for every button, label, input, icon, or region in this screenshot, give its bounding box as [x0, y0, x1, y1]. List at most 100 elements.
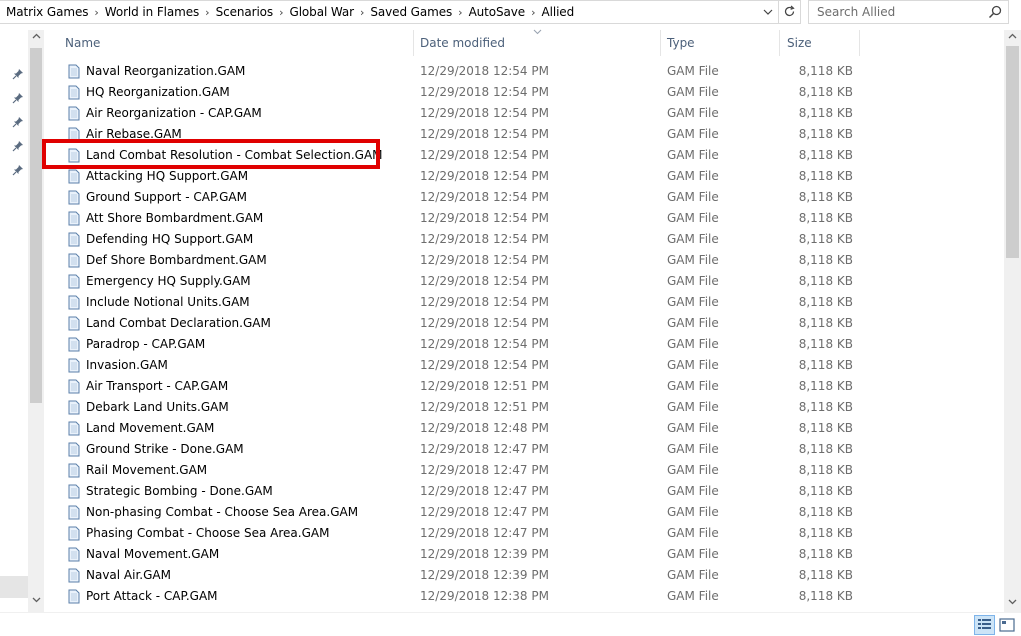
file-name[interactable]: Land Combat Declaration.GAM	[86, 313, 271, 334]
file-name[interactable]: Att Shore Bombardment.GAM	[86, 208, 263, 229]
chevron-right-icon[interactable]: ›	[358, 6, 366, 19]
file-row[interactable]: Naval Reorganization.GAM 12/29/2018 12:54…	[48, 61, 1004, 82]
file-type: GAM File	[667, 337, 719, 351]
file-row[interactable]: Att Shore Bombardment.GAM 12/29/2018 12:5…	[48, 208, 1004, 229]
file-name[interactable]: Port Attack - CAP.GAM	[86, 586, 218, 607]
file-name[interactable]: Defending HQ Support.GAM	[86, 229, 253, 250]
file-row[interactable]: Air Reorganization - CAP.GAM 12/29/2018 1…	[48, 103, 1004, 124]
file-row[interactable]: Land Movement.GAM 12/29/2018 12:48 PM GAM …	[48, 418, 1004, 439]
search-icon[interactable]	[988, 5, 1002, 19]
nav-selected-item[interactable]	[0, 576, 28, 598]
column-divider[interactable]	[859, 30, 860, 56]
status-bar	[0, 612, 1021, 636]
file-date: 12/29/2018 12:54 PM	[420, 274, 549, 288]
file-name[interactable]: Non-phasing Combat - Choose Sea Area.GAM	[86, 502, 358, 523]
file-name[interactable]: Air Transport - CAP.GAM	[86, 376, 228, 397]
file-size: 8,118 KB	[798, 211, 853, 225]
column-header-type[interactable]: Type	[659, 30, 779, 56]
file-list-scrollbar[interactable]	[1004, 30, 1021, 612]
file-row[interactable]: Paradrop - CAP.GAM 12/29/2018 12:54 PM GAM…	[48, 334, 1004, 355]
navigation-pane[interactable]	[0, 30, 44, 612]
file-row[interactable]: Strategic Bombing - Done.GAM 12/29/2018 1…	[48, 481, 1004, 502]
address-bar[interactable]: Matrix Games › World in Flames › Scenarios…	[0, 0, 801, 24]
file-name[interactable]: Naval Air.GAM	[86, 565, 171, 586]
file-size: 8,118 KB	[798, 379, 853, 393]
file-name[interactable]: Emergency HQ Supply.GAM	[86, 271, 251, 292]
file-name[interactable]: Strategic Bombing - Done.GAM	[86, 481, 273, 502]
file-name[interactable]: Land Movement.GAM	[86, 418, 214, 439]
file-date: 12/29/2018 12:54 PM	[420, 190, 549, 204]
file-type: GAM File	[667, 589, 719, 603]
file-row[interactable]: Defending HQ Support.GAM 12/29/2018 12:54…	[48, 229, 1004, 250]
breadcrumb-item[interactable]: Saved Games	[366, 5, 456, 19]
breadcrumb-item[interactable]: AutoSave	[465, 5, 530, 19]
breadcrumb-item[interactable]: Matrix Games	[2, 5, 92, 19]
file-name[interactable]: Debark Land Units.GAM	[86, 397, 229, 418]
file-row[interactable]: Ground Support - CAP.GAM 12/29/2018 12:54…	[48, 187, 1004, 208]
file-row[interactable]: Air Transport - CAP.GAM 12/29/2018 12:51 …	[48, 376, 1004, 397]
nav-scrollbar[interactable]	[28, 30, 44, 612]
file-row[interactable]: Naval Air.GAM 12/29/2018 12:39 PM GAM File…	[48, 565, 1004, 586]
file-type: GAM File	[667, 421, 719, 435]
refresh-icon[interactable]	[778, 0, 800, 23]
file-name[interactable]: HQ Reorganization.GAM	[86, 82, 230, 103]
file-date: 12/29/2018 12:47 PM	[420, 505, 549, 519]
file-name[interactable]: Def Shore Bombardment.GAM	[86, 250, 267, 271]
file-row[interactable]: Non-phasing Combat - Choose Sea Area.GAM…	[48, 502, 1004, 523]
file-name[interactable]: Attacking HQ Support.GAM	[86, 166, 248, 187]
file-row[interactable]: HQ Reorganization.GAM 12/29/2018 12:54 PM…	[48, 82, 1004, 103]
file-name[interactable]: Naval Movement.GAM	[86, 544, 219, 565]
file-row[interactable]: Naval Movement.GAM 12/29/2018 12:39 PM GAM…	[48, 544, 1004, 565]
file-size: 8,118 KB	[798, 64, 853, 78]
file-row[interactable]: Port Attack - CAP.GAM 12/29/2018 12:38 PM…	[48, 586, 1004, 607]
chevron-down-icon[interactable]	[1004, 598, 1021, 612]
chevron-right-icon[interactable]: ›	[203, 6, 211, 19]
file-name[interactable]: Rail Movement.GAM	[86, 460, 207, 481]
file-type: GAM File	[667, 190, 719, 204]
scrollbar-thumb[interactable]	[30, 48, 42, 403]
chevron-right-icon[interactable]: ›	[456, 6, 464, 19]
file-type: GAM File	[667, 211, 719, 225]
file-row[interactable]: Phasing Combat - Choose Sea Area.GAM 12/2…	[48, 523, 1004, 544]
chevron-up-icon[interactable]	[1004, 32, 1021, 46]
file-row[interactable]: Ground Strike - Done.GAM 12/29/2018 12:47…	[48, 439, 1004, 460]
file-row[interactable]: Invasion.GAM 12/29/2018 12:54 PM GAM File 8…	[48, 355, 1004, 376]
file-row[interactable]: Land Combat Declaration.GAM 12/29/2018 12…	[48, 313, 1004, 334]
chevron-right-icon[interactable]: ›	[92, 6, 100, 19]
file-name[interactable]: Include Notional Units.GAM	[86, 292, 250, 313]
column-header-name[interactable]: Name	[57, 30, 414, 56]
file-name[interactable]: Naval Reorganization.GAM	[86, 61, 245, 82]
file-row[interactable]: Emergency HQ Supply.GAM 12/29/2018 12:54 …	[48, 271, 1004, 292]
file-name[interactable]: Phasing Combat - Choose Sea Area.GAM	[86, 523, 329, 544]
breadcrumb-item[interactable]: World in Flames	[101, 5, 203, 19]
file-row[interactable]: Rail Movement.GAM 12/29/2018 12:47 PM GAM …	[48, 460, 1004, 481]
large-icons-view-icon[interactable]	[998, 616, 1016, 634]
file-row[interactable]: Attacking HQ Support.GAM 12/29/2018 12:54…	[48, 166, 1004, 187]
chevron-right-icon[interactable]: ›	[529, 6, 537, 19]
file-name[interactable]: Ground Support - CAP.GAM	[86, 187, 247, 208]
details-view-button[interactable]	[974, 615, 995, 635]
file-name[interactable]: Paradrop - CAP.GAM	[86, 334, 205, 355]
file-date: 12/29/2018 12:54 PM	[420, 232, 549, 246]
chevron-up-icon[interactable]	[28, 32, 44, 46]
file-row[interactable]: Def Shore Bombardment.GAM 12/29/2018 12:5…	[48, 250, 1004, 271]
file-size: 8,118 KB	[798, 274, 853, 288]
scrollbar-thumb[interactable]	[1006, 46, 1019, 258]
file-date: 12/29/2018 12:47 PM	[420, 463, 549, 477]
file-name[interactable]: Ground Strike - Done.GAM	[86, 439, 244, 460]
file-icon	[68, 526, 80, 541]
file-date: 12/29/2018 12:54 PM	[420, 337, 549, 351]
breadcrumb-item[interactable]: Global War	[286, 5, 358, 19]
chevron-down-icon[interactable]	[28, 596, 44, 610]
search-input[interactable]	[817, 5, 982, 19]
column-header-size[interactable]: Size	[779, 30, 859, 56]
chevron-down-icon[interactable]	[758, 1, 778, 23]
file-name[interactable]: Air Reorganization - CAP.GAM	[86, 103, 262, 124]
chevron-right-icon[interactable]: ›	[277, 6, 285, 19]
file-row[interactable]: Debark Land Units.GAM 12/29/2018 12:51 PM…	[48, 397, 1004, 418]
file-name[interactable]: Invasion.GAM	[86, 355, 168, 376]
breadcrumb-item[interactable]: Allied	[538, 5, 579, 19]
search-box[interactable]	[808, 0, 1009, 24]
breadcrumb-item[interactable]: Scenarios	[212, 5, 278, 19]
file-row[interactable]: Include Notional Units.GAM 12/29/2018 12:…	[48, 292, 1004, 313]
